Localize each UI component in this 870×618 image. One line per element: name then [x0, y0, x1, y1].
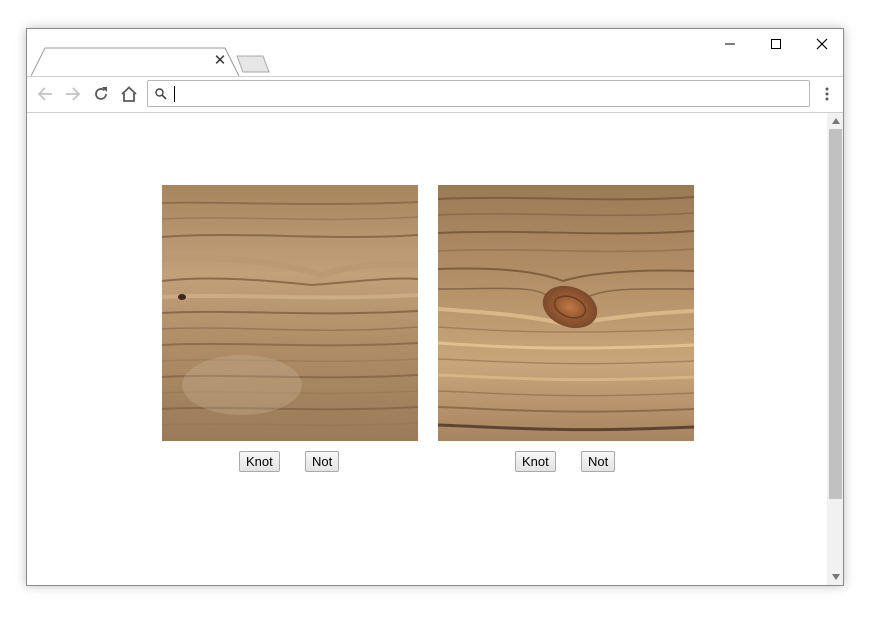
home-icon [121, 86, 137, 102]
browser-window: ✕ Knot Not Knot Not [26, 28, 844, 586]
kebab-menu-icon [825, 87, 829, 101]
wood-image-plain [162, 185, 418, 441]
forward-button[interactable] [61, 82, 85, 106]
close-window-button[interactable] [799, 29, 843, 59]
wood-image-knot [438, 185, 694, 441]
vote-buttons-2: Knot Not [438, 451, 694, 475]
maximize-button[interactable] [753, 29, 799, 59]
image-card-2: Knot Not [438, 185, 694, 475]
text-caret [174, 86, 175, 102]
title-bar: ✕ [27, 29, 843, 77]
page-viewport: Knot Not Knot Not [27, 113, 827, 585]
scroll-up-arrow[interactable] [827, 115, 843, 127]
minimize-button[interactable] [707, 29, 753, 59]
home-button[interactable] [117, 82, 141, 106]
scroll-thumb[interactable] [829, 129, 842, 499]
knot-button[interactable]: Knot [515, 451, 556, 472]
scroll-down-arrow[interactable] [827, 571, 843, 583]
new-tab-button[interactable] [233, 55, 273, 73]
vertical-scrollbar[interactable] [827, 113, 843, 585]
not-button[interactable]: Not [305, 451, 340, 472]
tab-close-icon[interactable]: ✕ [213, 53, 227, 68]
tab-shape [31, 47, 240, 77]
minimize-icon [725, 43, 735, 45]
address-bar[interactable] [147, 80, 810, 107]
knot-button[interactable]: Knot [239, 451, 280, 472]
reload-icon [95, 87, 107, 100]
address-input[interactable] [172, 83, 792, 103]
maximize-icon [771, 39, 781, 49]
image-card-1: Knot Not [162, 185, 418, 475]
back-button[interactable] [33, 82, 57, 106]
search-icon [155, 88, 167, 100]
arrow-left-icon [37, 87, 52, 101]
active-tab[interactable]: ✕ [31, 47, 240, 77]
not-button[interactable]: Not [581, 451, 616, 472]
reload-button[interactable] [89, 82, 113, 106]
browser-toolbar [27, 76, 843, 113]
close-icon [816, 38, 828, 50]
vote-buttons-1: Knot Not [162, 451, 418, 475]
browser-menu-button[interactable] [817, 82, 837, 106]
arrow-right-icon [66, 87, 81, 101]
